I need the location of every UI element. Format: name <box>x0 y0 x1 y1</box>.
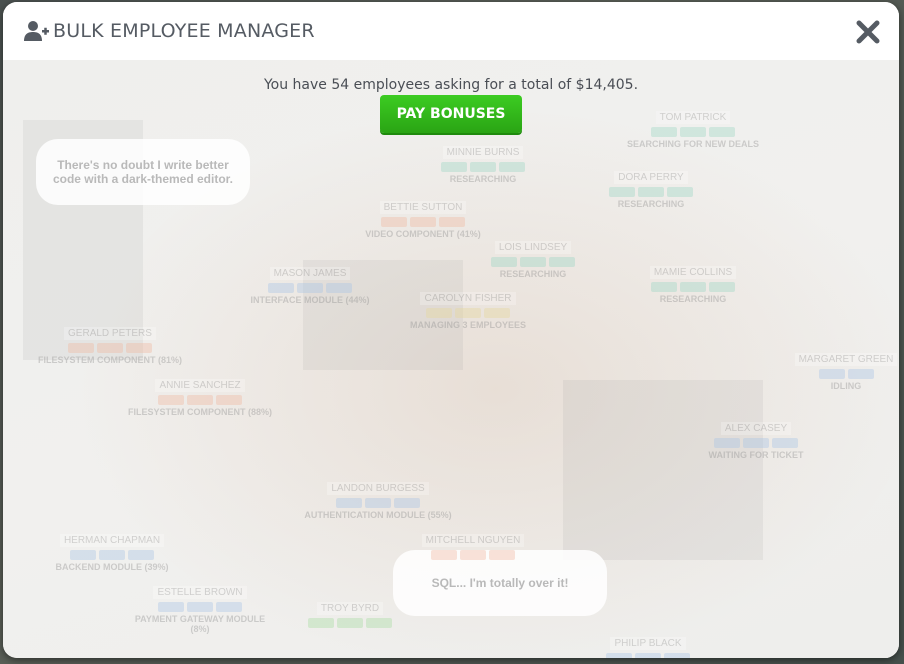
employee-card: CAROLYN FISHER MANAGING 3 EMPLOYEES <box>409 292 526 330</box>
employee-card: MAMIE COLLINS RESEARCHING <box>618 262 768 304</box>
modal-header: BULK EMPLOYEE MANAGER <box>3 2 899 61</box>
employee-card: GERALD PETERS FILESYSTEM COMPONENT (81%) <box>37 327 182 365</box>
employee-card: PHILIP BLACK <box>573 633 723 658</box>
employee-card: MARGARET GREEN IDLING <box>793 349 899 391</box>
employee-card: ESTELLE BROWN PAYMENT GATEWAY MODULE (8%… <box>134 586 266 634</box>
employee-card: LANDON BURGESS AUTHENTICATION MODULE (55… <box>304 482 452 520</box>
close-icon[interactable] <box>855 19 881 45</box>
employee-card: ALEX CASEY WAITING FOR TICKET <box>708 422 804 460</box>
employee-card: LOIS LINDSEY RESEARCHING <box>458 237 608 279</box>
employee-card: MASON JAMES INTERFACE MODULE (44%) <box>250 267 370 305</box>
employee-card: DORA PERRY RESEARCHING <box>576 167 726 209</box>
pay-bonuses-button[interactable]: PAY BONUSES <box>380 95 522 133</box>
employee-card: MITCHELL NGUYEN <box>398 530 548 562</box>
employee-card: BETTIE SUTTON VIDEO COMPONENT (41%) <box>365 201 481 239</box>
bonus-summary-text: You have 54 employees asking for a total… <box>263 77 639 93</box>
modal-title: BULK EMPLOYEE MANAGER <box>53 20 315 42</box>
employee-card: MINNIE BURNS RESEARCHING <box>408 142 558 184</box>
speech-bubble: There's no doubt I write better code wit… <box>36 139 250 205</box>
add-user-icon <box>24 20 50 42</box>
bulk-employee-manager-modal: BULK EMPLOYEE MANAGER There's no doubt I… <box>3 2 899 658</box>
office-scene-background: There's no doubt I write better code wit… <box>3 60 899 658</box>
employee-card: ANNIE SANCHEZ FILESYSTEM COMPONENT (88%) <box>127 379 272 417</box>
employee-card: HERMAN CHAPMAN BACKEND MODULE (39%) <box>55 534 169 572</box>
employee-card: TROY BYRD <box>275 598 425 630</box>
employee-card: TOM PATRICK SEARCHING FOR NEW DEALS <box>626 111 759 149</box>
